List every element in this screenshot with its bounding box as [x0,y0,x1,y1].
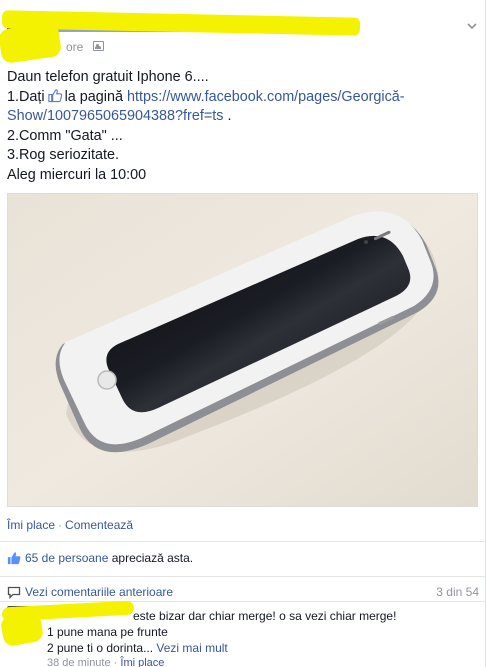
comment-bubble-icon [7,586,21,599]
divider [0,601,486,602]
comment-like-button[interactable]: Îmi place [120,657,164,667]
comment-button[interactable]: Comentează [65,518,133,532]
likes-summary: 65 de persoane apreciază asta. [7,551,193,565]
comment-line: 1 pune mana pe frunte [47,625,168,639]
redaction-mark [0,21,63,65]
post-text-fragment: . [223,108,232,124]
post-photo[interactable] [7,193,478,507]
page-link[interactable]: https://www.facebook.com/pages/Georgică- [127,89,405,105]
comment-line: 2 pune ti o dorinta... Vezi mai mult [47,640,477,656]
comment-body: este bizar dar chiar merge! o sa vezi ch… [47,608,477,656]
chevron-down-icon[interactable] [466,20,478,32]
comment-meta: 38 de minute · Îmi place [47,657,165,667]
post-card: ore Daun telefon gratuit Iphone 6.... 1.… [0,0,486,667]
like-thumb-icon [47,88,62,102]
divider [0,541,486,542]
comment-line: este bizar dar chiar merge! o sa vezi ch… [133,609,397,623]
comment-count: 3 din 54 [436,585,479,599]
redaction-mark [0,610,45,648]
comment-time[interactable]: 38 de minute [47,657,111,667]
separator: · [58,518,63,532]
post-line: 3.Rog seriozitate. [7,147,119,163]
post-line: 2.Comm "Gata" ... [7,127,123,144]
divider [0,576,486,577]
page-link-cont[interactable]: Show/1007965065904388?fref=ts [7,108,223,124]
like-thumb-icon [7,552,21,565]
post-line: Daun telefon gratuit Iphone 6.... [7,69,209,85]
post-text-fragment: la pagină [64,88,124,105]
likes-suffix: apreciază asta. [108,551,194,565]
post-text-fragment: 1.Dați [7,88,45,105]
likers-link[interactable]: 65 de persoane [25,551,108,565]
post-line: Show/1007965065904388?fref=ts . [7,107,477,127]
post-timestamp[interactable]: ore [66,40,83,54]
post-body: Daun telefon gratuit Iphone 6.... 1.Dați… [7,68,477,185]
iphone-photo [8,194,477,506]
like-button[interactable]: Îmi place [7,518,55,532]
post-line: 1.Dați la pagină https://www.facebook.com… [7,88,477,108]
comment-text-fragment: 2 pune ti o dorinta... [47,641,157,655]
audience-icon[interactable] [93,41,104,51]
view-previous-row: Vezi comentariile anterioare 3 din 54 [7,585,479,599]
see-more-link[interactable]: Vezi mai mult [156,641,227,655]
post-actions: Îmi place · Comentează [7,518,133,532]
view-previous-comments-link[interactable]: Vezi comentariile anterioare [25,585,173,599]
post-line: Aleg miercuri la 10:00 [7,166,147,183]
